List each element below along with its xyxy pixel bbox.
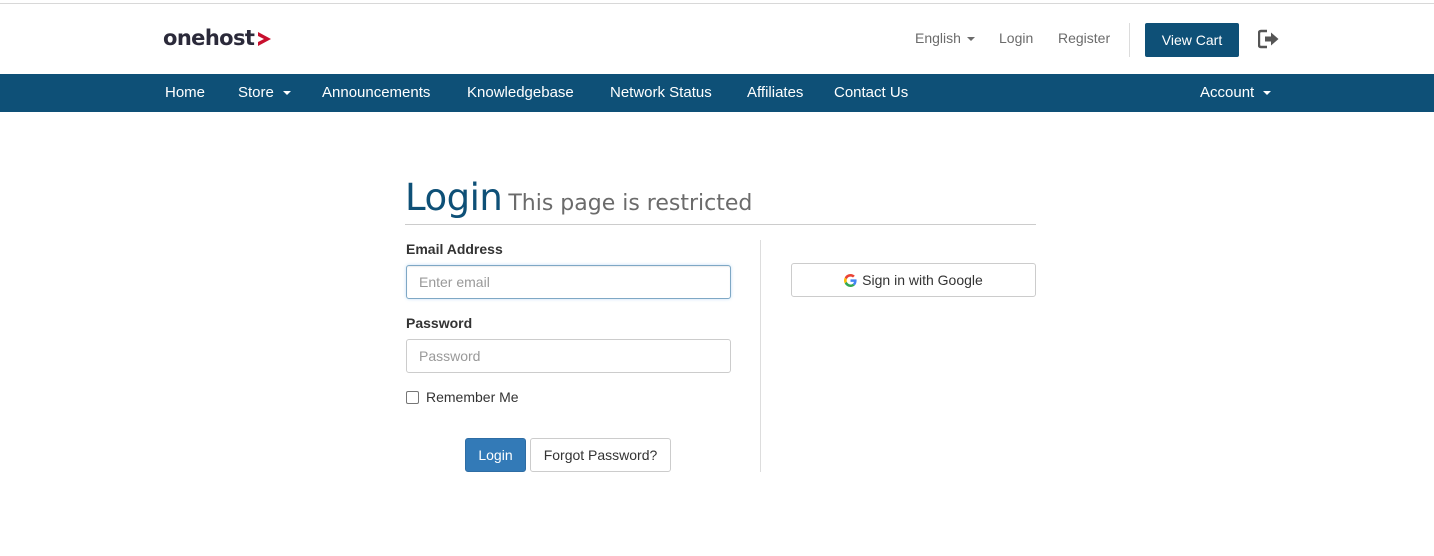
caret-down-icon — [1263, 91, 1272, 96]
language-label: English — [915, 30, 961, 46]
nav-account[interactable]: Account — [1200, 74, 1272, 112]
nav-affiliates[interactable]: Affiliates — [747, 74, 803, 112]
column-divider — [760, 240, 761, 472]
logo-chevron-icon — [258, 32, 272, 46]
site-header: onehost English Login Register View Cart — [0, 4, 1434, 74]
remember-me-checkbox[interactable] — [406, 390, 419, 404]
nav-store-label: Store — [238, 84, 274, 101]
email-label: Email Address — [406, 241, 503, 257]
login-button[interactable]: Login — [465, 438, 526, 472]
email-input[interactable] — [406, 265, 731, 299]
caret-down-icon — [966, 37, 975, 42]
nav-announcements[interactable]: Announcements — [322, 74, 430, 112]
remember-me-label[interactable]: Remember Me — [426, 389, 519, 405]
google-icon — [844, 273, 857, 287]
google-signin-label: Sign in with Google — [862, 272, 983, 288]
view-cart-button[interactable]: View Cart — [1145, 23, 1239, 57]
title-divider — [405, 224, 1036, 225]
password-label: Password — [406, 315, 473, 331]
page-subtitle: This page is restricted — [508, 191, 753, 216]
google-signin-button[interactable]: Sign in with Google — [791, 263, 1036, 297]
page-header: Login This page is restricted — [405, 176, 752, 219]
password-input[interactable] — [406, 339, 731, 373]
nav-home[interactable]: Home — [165, 74, 205, 112]
nav-account-label: Account — [1200, 84, 1255, 101]
register-link[interactable]: Register — [1058, 30, 1110, 46]
forgot-password-button[interactable]: Forgot Password? — [530, 438, 671, 472]
remember-me-row: Remember Me — [406, 389, 519, 405]
logo-text: onehost — [163, 26, 255, 50]
logo[interactable]: onehost — [163, 25, 272, 51]
sign-out-icon[interactable] — [1258, 29, 1280, 49]
header-divider — [1129, 23, 1130, 57]
page-title: Login — [405, 176, 503, 219]
language-dropdown[interactable]: English — [915, 30, 975, 46]
nav-contact-us[interactable]: Contact Us — [834, 74, 908, 112]
nav-knowledgebase[interactable]: Knowledgebase — [467, 74, 574, 112]
main-navbar: Home Store Announcements Knowledgebase N… — [0, 74, 1434, 112]
login-link[interactable]: Login — [999, 30, 1033, 46]
caret-down-icon — [282, 91, 291, 96]
nav-network-status[interactable]: Network Status — [610, 74, 712, 112]
nav-store[interactable]: Store — [238, 74, 291, 112]
